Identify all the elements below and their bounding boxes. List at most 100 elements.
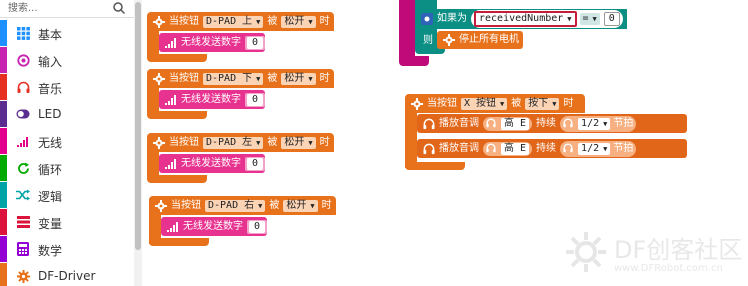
if-block-container[interactable]: 如果为 receivedNumber ▼ = ▼ 0 则 停止所有电机 — [399, 0, 649, 68]
category-label: 循环 — [38, 163, 63, 177]
action-dropdown[interactable]: 松开 ▼ — [281, 136, 316, 149]
category-math[interactable]: 数学 — [0, 236, 134, 262]
headphones-icon — [563, 142, 575, 155]
number-slot[interactable]: 0 — [245, 156, 265, 171]
action-dropdown[interactable]: 按下 ▼ — [525, 97, 560, 110]
button-dropdown[interactable]: D-PAD 左 ▼ — [203, 136, 264, 149]
beat-unit: 节拍 — [613, 117, 634, 129]
beat-slot[interactable]: 1/2 ▼ 节拍 — [560, 115, 637, 132]
button-dropdown[interactable]: X 按钮 ▼ — [461, 97, 508, 110]
if-header[interactable]: 如果为 receivedNumber ▼ = ▼ 0 — [415, 9, 627, 29]
block-foot — [405, 162, 465, 170]
operator-dropdown[interactable]: = ▼ — [579, 13, 600, 25]
number-value[interactable]: 0 — [247, 157, 263, 170]
event-hat[interactable]: 当按钮 D-PAD 上 ▼ 被 松开 ▼ 时 — [147, 12, 334, 31]
action-dropdown[interactable]: 松开 ▼ — [283, 199, 318, 212]
note-dropdown[interactable]: 高 E — [501, 142, 530, 155]
comparison-slot[interactable]: receivedNumber ▼ = ▼ 0 — [471, 10, 623, 28]
watermark: DF创客社区 www.DFRobot.com.cn — [560, 226, 748, 286]
event-hat[interactable]: 当按钮 D-PAD 下 ▼ 被 松开 ▼ 时 — [147, 69, 334, 88]
category-variables[interactable]: 变量 — [0, 209, 134, 235]
category-music[interactable]: 音乐 — [0, 74, 134, 100]
headphones-icon — [16, 80, 30, 94]
then-label: 则 — [423, 35, 433, 46]
hat-by: 被 — [269, 199, 280, 211]
event-hat[interactable]: 当按钮 D-PAD 左 ▼ 被 松开 ▼ 时 — [147, 133, 334, 152]
number-value[interactable]: 0 — [247, 36, 263, 49]
block-foot — [147, 175, 207, 183]
number-value[interactable]: 0 — [247, 93, 263, 106]
headphones-icon — [423, 118, 435, 130]
beat-slot[interactable]: 1/2 ▼ 节拍 — [560, 140, 637, 157]
radio-send-block[interactable]: 无线发送数字 0 — [161, 217, 267, 236]
play-tone-block[interactable]: 播放音调 高 E 持续 1/2 ▼ 节拍 — [417, 139, 687, 158]
action-dropdown[interactable]: 松开 ▼ — [281, 72, 316, 85]
gear-icon — [153, 15, 165, 28]
outer-block-foot — [399, 56, 429, 66]
note-dropdown[interactable]: 高 E — [501, 117, 530, 130]
number-slot[interactable]: 0 — [245, 35, 265, 50]
category-basic[interactable]: 基本 — [0, 20, 134, 46]
category-stripe — [0, 74, 7, 100]
gear-icon — [443, 34, 455, 46]
search-icon[interactable] — [112, 1, 126, 15]
category-label: 无线 — [38, 136, 63, 150]
scrollbar-thumb[interactable] — [135, 2, 141, 250]
beat-dropdown[interactable]: 1/2 ▼ — [578, 142, 611, 155]
category-input[interactable]: 输入 — [0, 47, 134, 73]
beat-dropdown[interactable]: 1/2 ▼ — [578, 117, 611, 130]
category-label: 数学 — [38, 244, 63, 258]
signal-icon — [167, 221, 179, 232]
category-label: 输入 — [38, 55, 63, 69]
hat-by: 被 — [267, 136, 278, 148]
hat-by: 被 — [267, 72, 278, 84]
compare-value[interactable]: 0 — [603, 12, 620, 26]
event-block-dpad-right[interactable]: 当按钮 D-PAD 右 ▼ 被 松开 ▼ 时 无线发送数字 0 — [149, 196, 359, 248]
hat-time: 时 — [563, 97, 574, 109]
beat-unit: 节拍 — [613, 142, 634, 154]
button-dropdown[interactable]: D-PAD 右 ▼ — [205, 199, 266, 212]
number-slot[interactable]: 0 — [245, 92, 265, 107]
category-stripe — [0, 47, 7, 73]
event-block-dpad-up[interactable]: 当按钮 D-PAD 上 ▼ 被 松开 ▼ 时 无线发送数字 0 — [147, 12, 347, 62]
event-hat[interactable]: 当按钮 X 按钮 ▼ 被 按下 ▼ 时 — [405, 94, 586, 113]
search-input[interactable] — [8, 0, 116, 17]
category-label: LED — [38, 107, 62, 121]
number-slot[interactable]: 0 — [247, 219, 267, 234]
hat-by: 被 — [267, 15, 278, 27]
hat-by: 被 — [511, 97, 522, 109]
radio-send-block[interactable]: 无线发送数字 0 — [159, 33, 265, 52]
category-stripe — [0, 128, 7, 154]
gear-icon — [411, 97, 423, 110]
category-radio[interactable]: 无线 — [0, 128, 134, 154]
category-stripe — [0, 155, 7, 181]
radio-send-block[interactable]: 无线发送数字 0 — [159, 154, 265, 173]
action-dropdown[interactable]: 松开 ▼ — [281, 15, 316, 28]
event-block-x-button[interactable]: 当按钮 X 按钮 ▼ 被 按下 ▼ 时 播放音调 高 E 持续 1/2 ▼ 节拍 播放… — [405, 94, 695, 174]
note-slot[interactable]: 高 E — [483, 141, 533, 156]
variable-dropdown[interactable]: receivedNumber ▼ — [474, 11, 577, 27]
radio-send-block[interactable]: 无线发送数字 0 — [159, 90, 265, 109]
button-dropdown[interactable]: D-PAD 下 ▼ — [203, 72, 264, 85]
category-led[interactable]: LED — [0, 101, 134, 127]
number-value[interactable]: 0 — [249, 220, 265, 233]
event-block-dpad-left[interactable]: 当按钮 D-PAD 左 ▼ 被 松开 ▼ 时 无线发送数字 0 — [147, 133, 347, 183]
headphones-icon — [563, 117, 575, 130]
play-tone-block[interactable]: 播放音调 高 E 持续 1/2 ▼ 节拍 — [417, 114, 687, 133]
event-block-dpad-down[interactable]: 当按钮 D-PAD 下 ▼ 被 松开 ▼ 时 无线发送数字 0 — [147, 69, 347, 119]
event-hat[interactable]: 当按钮 D-PAD 右 ▼ 被 松开 ▼ 时 — [149, 196, 336, 215]
duration-label: 持续 — [536, 117, 557, 129]
note-slot[interactable]: 高 E — [483, 116, 533, 131]
category-loops[interactable]: 循环 — [0, 155, 134, 181]
stop-motors-block[interactable]: 停止所有电机 — [437, 31, 523, 49]
category-stripe — [0, 236, 7, 262]
stop-label: 停止所有电机 — [459, 34, 519, 45]
df-logo-icon — [566, 232, 606, 272]
play-label: 播放音调 — [439, 117, 479, 129]
hat-prefix: 当按钮 — [171, 199, 201, 211]
send-label: 无线发送数字 — [181, 157, 241, 169]
category-logic[interactable]: 逻辑 — [0, 182, 134, 208]
category-df-driver[interactable]: DF-Driver — [0, 263, 134, 286]
button-dropdown[interactable]: D-PAD 上 ▼ — [203, 15, 264, 28]
circle-dot-icon — [16, 53, 30, 67]
